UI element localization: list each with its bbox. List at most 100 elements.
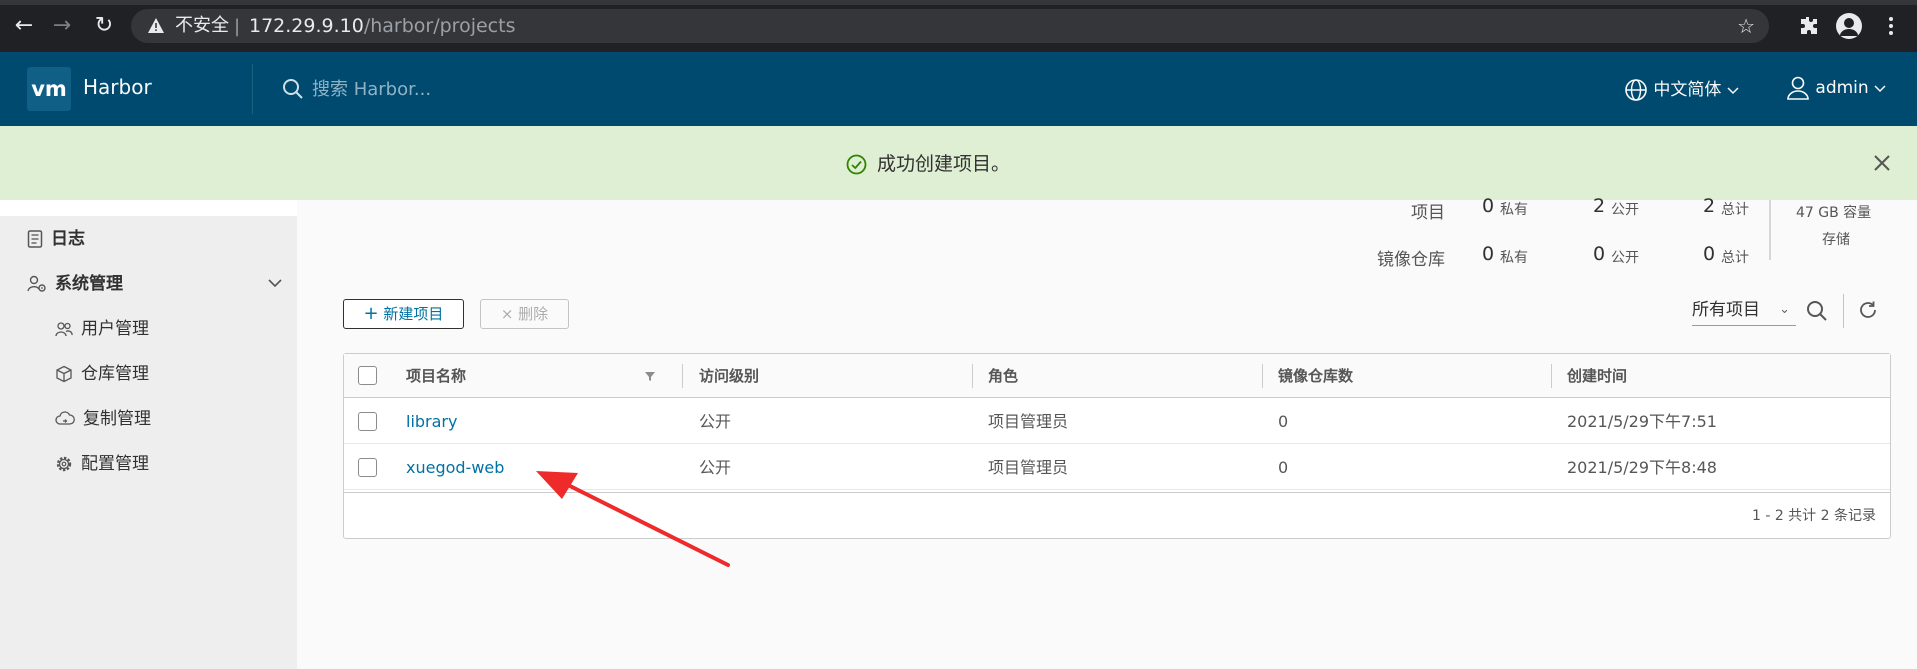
chevron-down-icon bbox=[1874, 85, 1886, 93]
project-filter-select[interactable]: 所有项目 ⌄ bbox=[1692, 296, 1796, 326]
role-cell: 项目管理员 bbox=[988, 458, 1069, 477]
language-label: 中文简体 bbox=[1653, 80, 1722, 100]
sidebar-item-logs[interactable]: 日志 bbox=[27, 225, 85, 253]
user-icon bbox=[1787, 76, 1809, 100]
sidebar-item-label: 仓库管理 bbox=[81, 364, 149, 384]
language-selector[interactable]: 中文简体 bbox=[1624, 75, 1739, 102]
project-name-link[interactable]: xuegod-web bbox=[406, 445, 504, 490]
warning-icon bbox=[148, 18, 164, 33]
column-project-name[interactable]: 项目名称 bbox=[406, 354, 466, 398]
filter-icon[interactable] bbox=[644, 370, 656, 382]
alert-message: 成功创建项目。 bbox=[846, 149, 1010, 176]
sidebar-item-configuration[interactable]: 配置管理 bbox=[55, 450, 149, 478]
close-icon: × bbox=[500, 305, 514, 323]
role-cell: 项目管理员 bbox=[988, 412, 1069, 431]
extensions-icon[interactable] bbox=[1797, 14, 1821, 38]
sidebar-item-label: 配置管理 bbox=[81, 454, 149, 474]
sidebar-item-registries[interactable]: 仓库管理 bbox=[55, 360, 149, 388]
column-separator bbox=[682, 364, 683, 388]
sidebar-item-label: 日志 bbox=[51, 229, 85, 249]
close-icon[interactable] bbox=[1870, 151, 1894, 175]
url-separator: | bbox=[234, 16, 241, 37]
column-repo-count[interactable]: 镜像仓库数 bbox=[1278, 354, 1353, 398]
globe-icon bbox=[1625, 79, 1647, 101]
sidebar-item-users[interactable]: 用户管理 bbox=[55, 315, 149, 343]
stats-repos-label: 镜像仓库 bbox=[1377, 250, 1445, 270]
user-menu[interactable]: admin bbox=[1786, 75, 1886, 101]
brand-name[interactable]: Harbor bbox=[83, 75, 152, 99]
url-text[interactable]: 172.29.9.10/harbor/projects bbox=[249, 15, 515, 37]
stats-total-label: 总计 bbox=[1721, 250, 1749, 266]
storage-capacity: 47 GB 容量 bbox=[1796, 205, 1872, 221]
username: admin bbox=[1815, 78, 1869, 98]
column-access-level[interactable]: 访问级别 bbox=[699, 354, 759, 398]
sidebar-item-replications[interactable]: 复制管理 bbox=[55, 405, 151, 433]
storage-label: 存储 bbox=[1822, 232, 1850, 248]
address-bar[interactable]: 不安全 | 172.29.9.10/harbor/projects ☆ bbox=[131, 9, 1769, 43]
table-header: 项目名称 访问级别 角色 镜像仓库数 创建时间 bbox=[344, 354, 1890, 398]
replication-icon bbox=[55, 411, 75, 425]
row-checkbox[interactable] bbox=[358, 412, 377, 431]
stats-private-label: 私有 bbox=[1500, 250, 1528, 266]
sidebar-item-system-admin[interactable]: 系统管理 bbox=[27, 270, 123, 298]
delete-label: 删除 bbox=[518, 305, 549, 323]
select-all-checkbox[interactable] bbox=[358, 366, 377, 385]
reload-button[interactable]: ↻ bbox=[92, 14, 116, 38]
back-button[interactable]: ← bbox=[12, 14, 36, 38]
users-icon bbox=[55, 322, 73, 337]
stats-projects-public-count: 2 bbox=[1593, 195, 1606, 217]
system-admin-icon bbox=[27, 275, 46, 292]
column-separator bbox=[1262, 364, 1263, 388]
stats-projects-label: 项目 bbox=[1411, 203, 1445, 223]
log-icon bbox=[27, 230, 43, 248]
creation-time-cell: 2021/5/29下午7:51 bbox=[1567, 412, 1717, 431]
success-alert: 成功创建项目。 bbox=[0, 126, 1917, 200]
creation-time-cell: 2021/5/29下午8:48 bbox=[1567, 458, 1717, 477]
vmware-logo[interactable]: vm bbox=[27, 67, 71, 111]
annotation-arrow-icon bbox=[536, 471, 730, 567]
chevron-down-icon[interactable] bbox=[266, 276, 284, 290]
stats-projects-private-count: 0 bbox=[1482, 195, 1495, 217]
url-host: 172.29.9.10 bbox=[249, 15, 364, 37]
browser-chrome: ← → ↻ 不安全 | 172.29.9.10/harbor/projects … bbox=[0, 0, 1917, 52]
stats-public-label: 公开 bbox=[1611, 250, 1639, 266]
repo-count-cell: 0 bbox=[1278, 412, 1289, 431]
stats-divider bbox=[1769, 200, 1771, 260]
header-divider bbox=[252, 64, 253, 114]
sidebar-item-label: 复制管理 bbox=[83, 409, 151, 429]
column-creation-time[interactable]: 创建时间 bbox=[1567, 354, 1627, 398]
access-level-cell: 公开 bbox=[699, 412, 732, 431]
column-role[interactable]: 角色 bbox=[988, 354, 1018, 398]
chevron-down-icon: ⌄ bbox=[1779, 302, 1790, 317]
sidebar-item-label: 用户管理 bbox=[81, 319, 149, 339]
pagination-summary: 1 - 2 共计 2 条记录 bbox=[1751, 508, 1876, 524]
check-circle-icon bbox=[846, 154, 867, 175]
row-checkbox[interactable] bbox=[358, 458, 377, 477]
profile-avatar-icon[interactable] bbox=[1836, 13, 1862, 39]
tab-strip bbox=[0, 0, 1917, 5]
search-input[interactable] bbox=[312, 74, 712, 104]
table-row: library 公开 项目管理员 0 2021/5/29下午7:51 bbox=[344, 399, 1890, 444]
search-icon bbox=[283, 79, 303, 99]
stats-total-label: 总计 bbox=[1721, 202, 1749, 218]
column-separator bbox=[1551, 364, 1552, 388]
stats-repos-public-count: 0 bbox=[1593, 243, 1606, 265]
refresh-icon[interactable] bbox=[1857, 299, 1879, 321]
chevron-down-icon bbox=[1727, 87, 1739, 95]
bookmark-star-icon[interactable]: ☆ bbox=[1737, 14, 1755, 38]
browser-menu-icon[interactable] bbox=[1879, 14, 1903, 38]
url-path: /harbor/projects bbox=[363, 15, 516, 37]
project-filter-value: 所有项目 bbox=[1692, 300, 1760, 320]
alert-text: 成功创建项目。 bbox=[877, 153, 1011, 175]
forward-button[interactable]: → bbox=[50, 14, 74, 38]
project-name-link[interactable]: library bbox=[406, 399, 457, 444]
stats-private-label: 私有 bbox=[1500, 202, 1528, 218]
search-icon[interactable] bbox=[1805, 299, 1829, 323]
new-project-button[interactable]: + 新建项目 bbox=[343, 299, 464, 329]
repo-count-cell: 0 bbox=[1278, 458, 1289, 477]
sidebar-item-projects-partial[interactable] bbox=[0, 200, 297, 216]
delete-button[interactable]: × 删除 bbox=[480, 299, 569, 329]
sidebar-item-label: 系统管理 bbox=[55, 274, 123, 294]
app-header: vm Harbor 中文简体 admin bbox=[0, 52, 1917, 126]
insecure-label: 不安全 bbox=[175, 15, 229, 36]
